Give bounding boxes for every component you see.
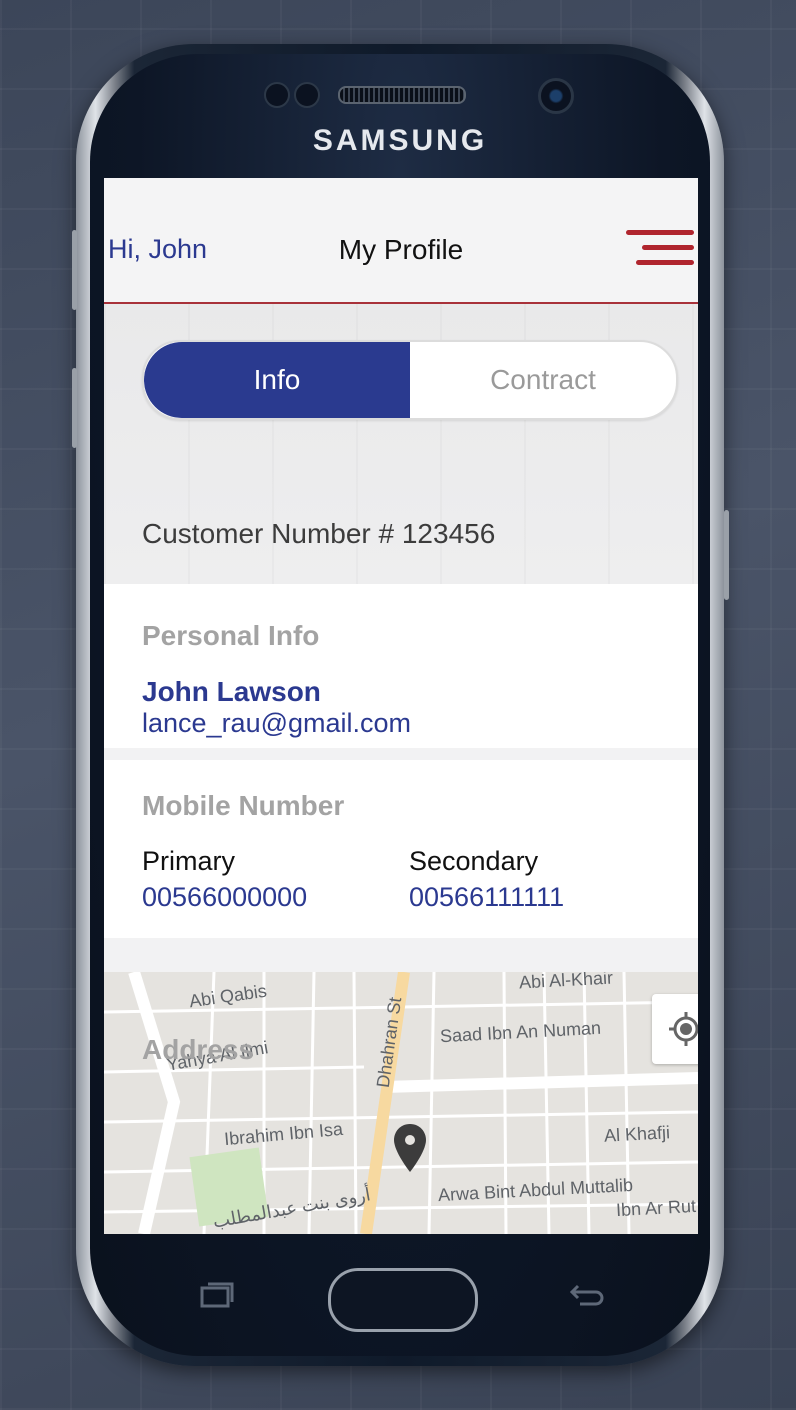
power-button <box>724 510 729 600</box>
my-location-icon <box>669 1012 698 1046</box>
light-sensor <box>294 82 320 108</box>
customer-number: Customer Number # 123456 <box>142 518 496 549</box>
mobile-number-label: Mobile Number <box>142 790 345 821</box>
app-header: Hi, John My Profile <box>104 178 698 304</box>
primary-label: Primary <box>142 846 235 876</box>
address-map[interactable]: Abi Al-Khair Abi Qabis Dhahran St Saad I… <box>104 972 698 1234</box>
front-camera <box>538 78 574 114</box>
tab-info[interactable]: Info <box>144 342 410 418</box>
primary-number[interactable]: 00566000000 <box>142 882 307 913</box>
app-screen: Hi, John My Profile Info Contract Custom… <box>104 178 698 1234</box>
map-pin-icon[interactable] <box>392 1122 428 1174</box>
street-label: Ibn Ar Rut <box>615 1195 697 1221</box>
secondary-number[interactable]: 00566111111 <box>409 882 564 913</box>
personal-info-label: Personal Info <box>142 620 320 651</box>
brand-logo: SAMSUNG <box>312 124 488 157</box>
customer-email[interactable]: lance_rau@gmail.com <box>142 708 411 739</box>
volume-down-button <box>72 368 77 448</box>
volume-up-button <box>72 230 77 310</box>
page-title: My Profile <box>338 234 464 265</box>
home-button[interactable] <box>328 1268 478 1332</box>
my-location-button[interactable] <box>652 994 698 1064</box>
earpiece-speaker <box>338 86 466 104</box>
secondary-label: Secondary <box>409 846 539 876</box>
profile-tabs: Info Contract <box>142 340 678 420</box>
tab-contract[interactable]: Contract <box>410 342 676 418</box>
mobile-number-card: Mobile Number Primary 00566000000 Second… <box>104 760 698 938</box>
back-icon[interactable] <box>568 1282 606 1310</box>
hamburger-menu-icon[interactable] <box>624 226 694 270</box>
customer-name: John Lawson <box>142 676 321 707</box>
address-label: Address <box>142 1034 255 1065</box>
street-label: Al Khafji <box>603 1122 671 1146</box>
personal-info-card: Personal Info John Lawson lance_rau@gmai… <box>104 584 698 748</box>
proximity-sensor <box>264 82 290 108</box>
recent-apps-icon[interactable] <box>198 1282 236 1310</box>
